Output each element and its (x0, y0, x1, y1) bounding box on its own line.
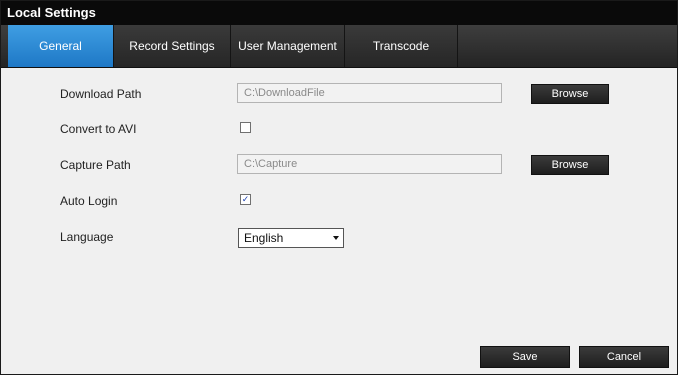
tab-transcode[interactable]: Transcode (345, 25, 458, 67)
capture-path-label: Capture Path (60, 158, 131, 172)
auto-login-label: Auto Login (60, 194, 118, 208)
save-button[interactable]: Save (480, 346, 570, 368)
download-path-browse-button[interactable]: Browse (531, 84, 609, 104)
convert-avi-label: Convert to AVI (60, 122, 137, 136)
tab-user-management[interactable]: User Management (231, 25, 345, 67)
language-label: Language (60, 230, 114, 244)
tab-record-settings[interactable]: Record Settings (114, 25, 231, 67)
convert-avi-checkbox[interactable] (240, 122, 251, 133)
capture-path-browse-button[interactable]: Browse (531, 155, 609, 175)
local-settings-dialog: Local Settings General Record Settings U… (0, 0, 678, 375)
download-path-input[interactable]: C:\DownloadFile (237, 83, 502, 103)
auto-login-checkbox[interactable]: ✓ (240, 194, 251, 205)
language-select[interactable]: English (238, 228, 344, 248)
cancel-button[interactable]: Cancel (579, 346, 669, 368)
window-title: Local Settings (1, 1, 677, 25)
tab-general[interactable]: General (8, 25, 114, 67)
capture-path-input[interactable]: C:\Capture (237, 154, 502, 174)
checkmark-icon: ✓ (241, 194, 250, 204)
chevron-down-icon (333, 236, 339, 240)
download-path-label: Download Path (60, 87, 142, 101)
tab-bar: General Record Settings User Management … (1, 25, 677, 68)
language-selected-value: English (244, 231, 284, 245)
